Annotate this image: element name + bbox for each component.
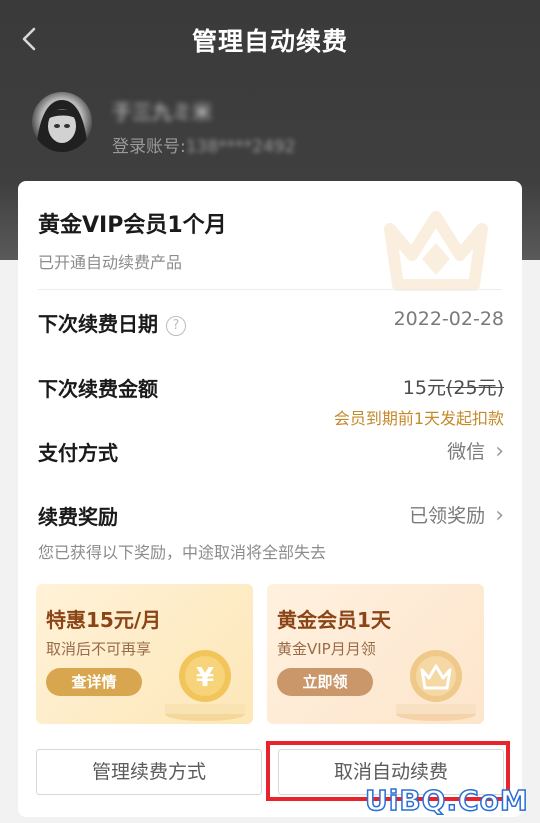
- user-info: 于三九ミ米 登录账号:138****2492: [32, 92, 512, 162]
- chevron-right-icon: ›: [495, 439, 504, 464]
- chevron-right-icon: ›: [495, 503, 504, 528]
- renewal-reward-text: 已领奖励: [409, 505, 486, 527]
- payment-method-label: 支付方式: [38, 441, 118, 465]
- account-number: 138****2492: [185, 137, 296, 157]
- view-details-button[interactable]: 查详情: [46, 668, 142, 696]
- reward-note: 您已获得以下奖励，中途取消将全部失去: [38, 543, 327, 562]
- payment-method-text: 微信: [447, 441, 486, 463]
- account-label: 登录账号:: [112, 137, 186, 157]
- subscription-card: 黄金VIP会员1个月 已开通自动续费产品 下次续费日期? 2022-02-28 …: [18, 181, 522, 817]
- next-renewal-date-value: 2022-02-28: [393, 308, 504, 330]
- navigation-bar: 管理自动续费: [0, 0, 540, 84]
- payment-method-value: 微信 ›: [447, 437, 504, 464]
- original-price: (25元): [445, 377, 504, 399]
- site-watermark: UiBQ.CoM: [364, 783, 529, 818]
- next-renewal-amount-row: 下次续费金额 15元(25元): [38, 373, 504, 403]
- next-renewal-date-row: 下次续费日期? 2022-02-28: [38, 308, 504, 338]
- plan-title: 黄金VIP会员1个月: [38, 213, 227, 238]
- benefit-title: 特惠15元/月: [46, 608, 162, 632]
- current-price: 15元: [402, 377, 446, 399]
- account-row: 登录账号:138****2492: [112, 132, 295, 157]
- next-renewal-date-text: 下次续费日期: [38, 312, 158, 336]
- question-icon[interactable]: ?: [166, 316, 186, 336]
- avatar-image: [36, 100, 88, 152]
- avatar[interactable]: [32, 92, 92, 152]
- renewal-reward-row[interactable]: 续费奖励 已领奖励 ›: [38, 501, 504, 531]
- benefit-card-gold-day[interactable]: 黄金会员1天 黄金VIP月月领 立即领: [267, 584, 484, 724]
- payment-method-row[interactable]: 支付方式 微信 ›: [38, 437, 504, 467]
- benefit-desc: 黄金VIP月月领: [277, 640, 376, 658]
- plan-status: 已开通自动续费产品: [38, 253, 183, 272]
- benefit-desc: 取消后不可再享: [46, 640, 152, 658]
- claim-now-button[interactable]: 立即领: [277, 668, 373, 696]
- crown-watermark-icon: [384, 211, 488, 291]
- svg-text:¥: ¥: [196, 663, 214, 693]
- renewal-reward-value: 已领奖励 ›: [409, 501, 504, 528]
- benefit-card-discount[interactable]: 特惠15元/月 取消后不可再享 查详情 ¥: [36, 584, 253, 724]
- renewal-reward-label: 续费奖励: [38, 505, 118, 529]
- crown-coin-icon: [396, 650, 476, 721]
- yen-coin-icon: ¥: [165, 650, 245, 721]
- next-renewal-date-label: 下次续费日期?: [38, 308, 186, 337]
- username: 于三九ミ米: [112, 100, 212, 124]
- manage-payment-button[interactable]: 管理续费方式: [36, 749, 262, 795]
- next-renewal-amount-value: 15元(25元): [403, 373, 504, 400]
- benefit-title: 黄金会员1天: [277, 608, 391, 632]
- page-title: 管理自动续费: [191, 27, 348, 56]
- divider: [38, 289, 502, 290]
- charge-note: 会员到期前1天发起扣款: [333, 409, 504, 428]
- next-renewal-amount-label: 下次续费金额: [38, 377, 158, 401]
